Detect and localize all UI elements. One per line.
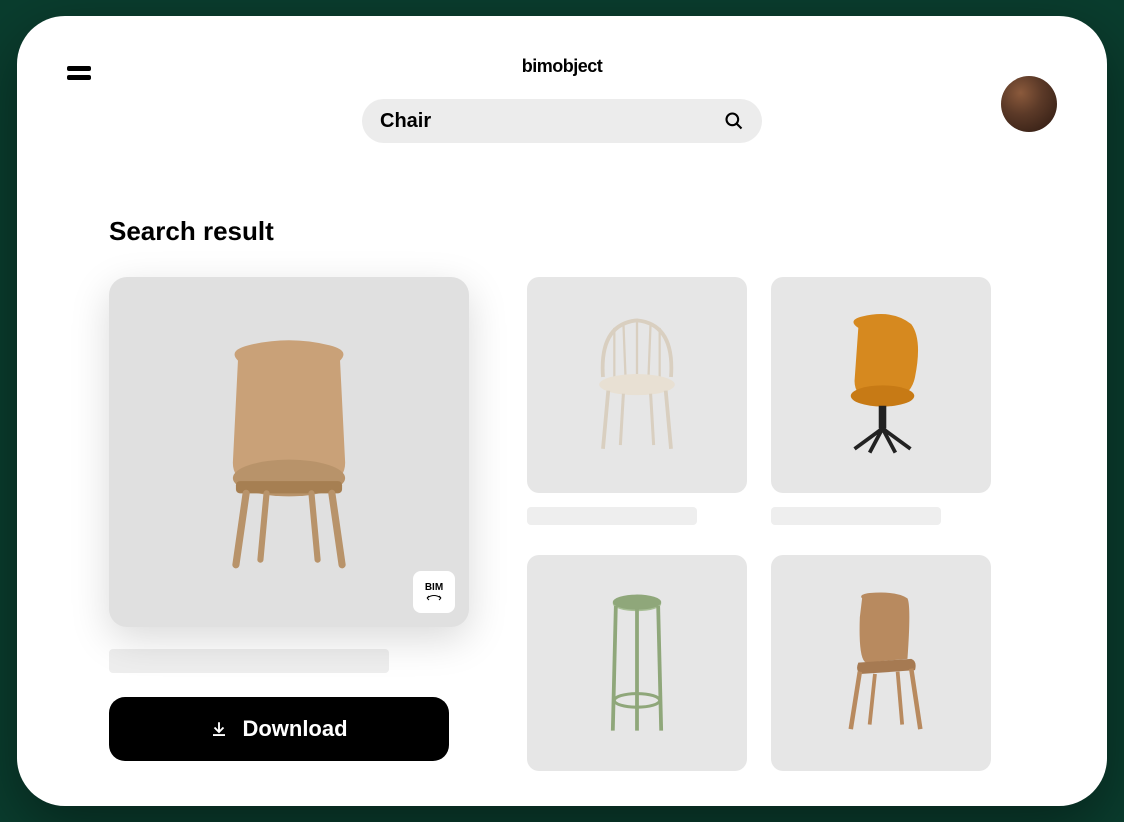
rotate-icon	[425, 594, 443, 602]
wood-chair-icon	[804, 587, 958, 738]
avatar[interactable]	[1001, 76, 1057, 132]
product-title-placeholder	[527, 507, 697, 525]
product-image[interactable]	[771, 555, 991, 771]
windsor-chair-icon	[560, 309, 714, 460]
app-window: bimobject Search result	[17, 16, 1107, 806]
product-image[interactable]	[527, 277, 747, 493]
product-image[interactable]	[527, 555, 747, 771]
header: bimobject	[67, 56, 1057, 176]
bim-badge-label: BIM	[425, 582, 443, 593]
upholstered-chair-icon	[163, 330, 415, 575]
logo: bimobject	[522, 56, 603, 77]
menu-button[interactable]	[67, 66, 91, 80]
product-card	[527, 277, 747, 525]
product-title-placeholder	[109, 649, 389, 673]
search-bar[interactable]	[362, 99, 762, 143]
search-icon[interactable]	[724, 111, 744, 131]
results-grid: BIM Download	[109, 277, 1015, 771]
download-button[interactable]: Download	[109, 697, 449, 761]
product-grid	[527, 277, 1015, 771]
bar-stool-icon	[560, 587, 714, 738]
product-image[interactable]	[771, 277, 991, 493]
download-label: Download	[242, 716, 347, 742]
featured-product: BIM Download	[109, 277, 469, 771]
featured-product-card[interactable]: BIM	[109, 277, 469, 627]
swivel-chair-icon	[804, 309, 958, 460]
product-title-placeholder	[771, 507, 941, 525]
header-center: bimobject	[362, 56, 762, 143]
product-card	[527, 555, 747, 771]
bim-badge[interactable]: BIM	[413, 571, 455, 613]
search-input[interactable]	[380, 110, 671, 133]
download-icon	[210, 720, 228, 738]
content: Search result BIM	[67, 216, 1057, 771]
product-card	[771, 555, 991, 771]
product-card	[771, 277, 991, 525]
section-title: Search result	[109, 216, 1015, 247]
